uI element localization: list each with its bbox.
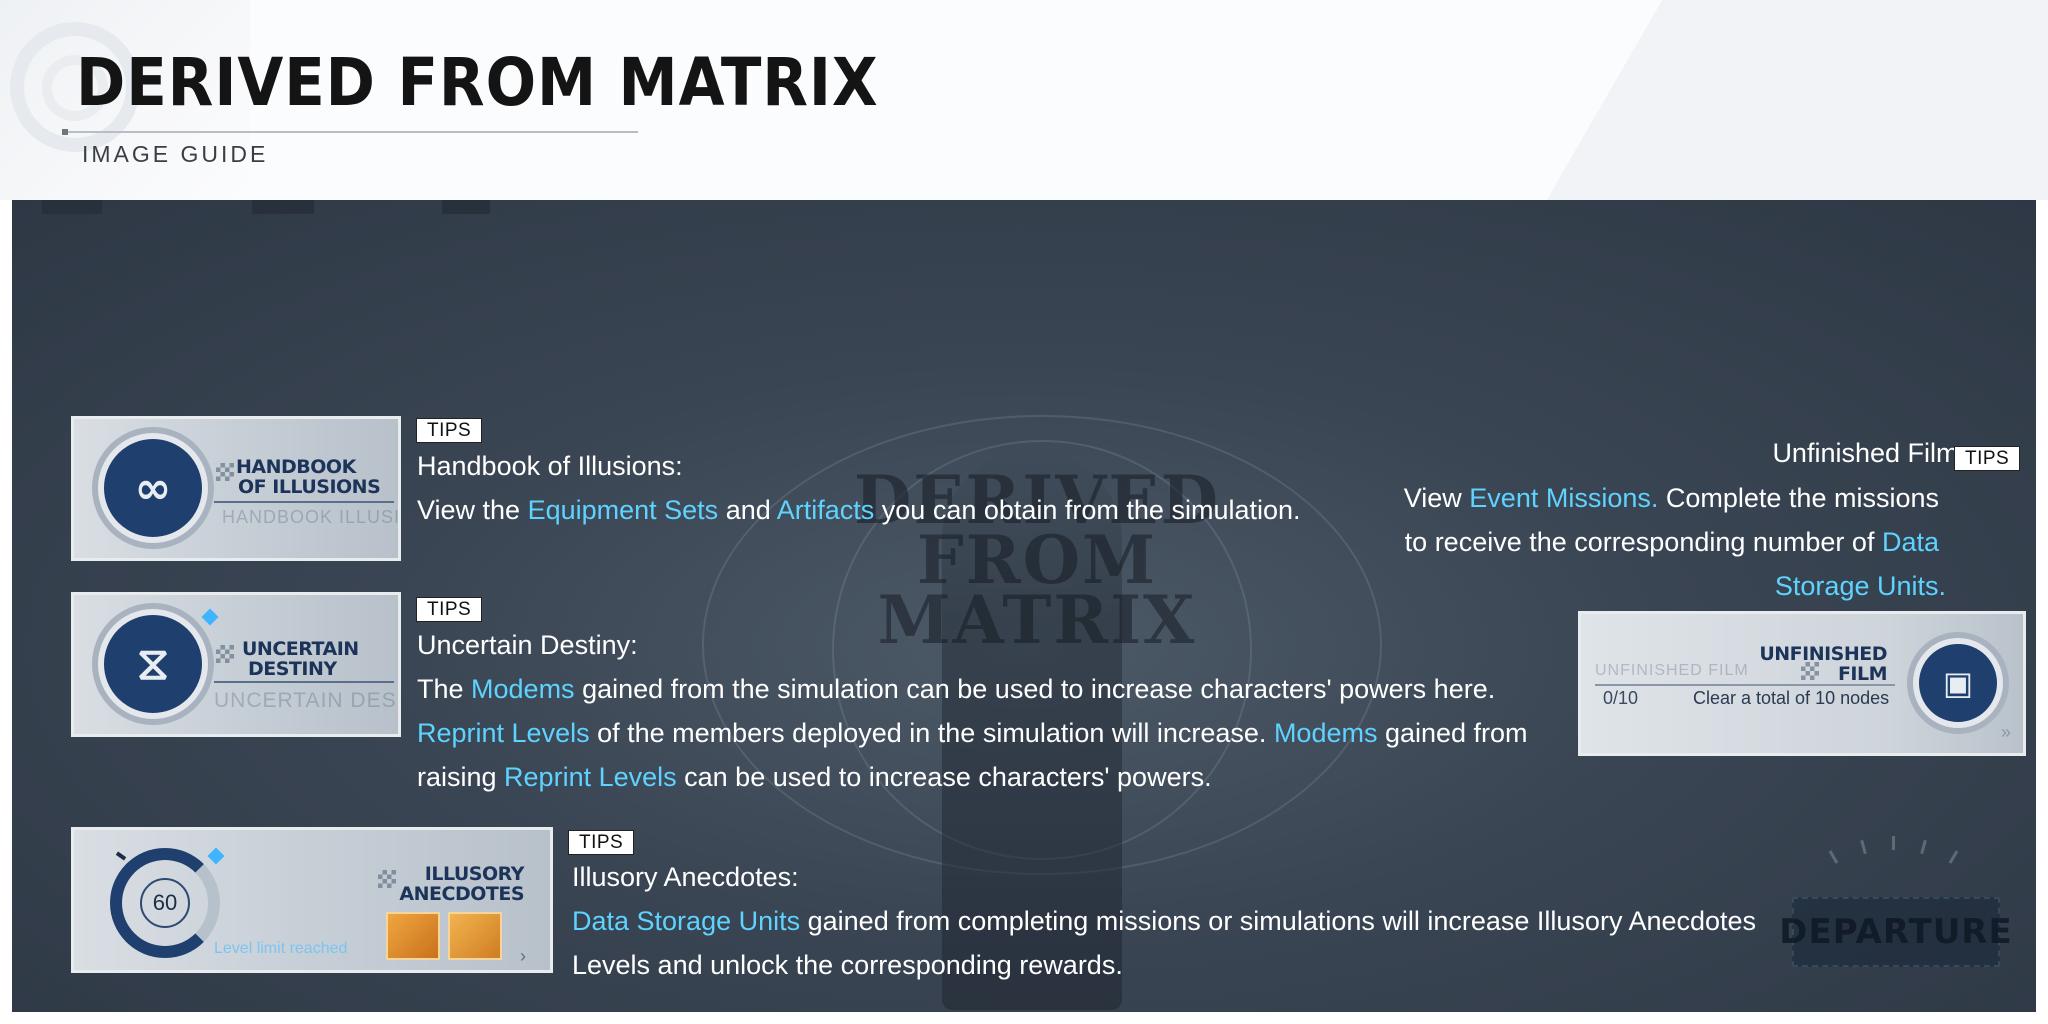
- text-segment: gained from the simulation can be used t…: [574, 674, 1496, 704]
- chevron-right-icon: ›: [520, 946, 526, 966]
- card-title-line: UNFINISHED: [1759, 643, 1887, 665]
- handbook-card-title: HANDBOOK OF ILLUSIONS: [236, 456, 381, 498]
- tips-badge: TIPS: [416, 418, 483, 443]
- text-segment: View the: [417, 495, 528, 525]
- text-segment: Complete the missions: [1658, 483, 1939, 513]
- card-ghost-text: HANDBOOK ILLUSIC: [222, 507, 401, 527]
- illusory-description-line: Data Storage Units gained from completin…: [572, 899, 1756, 943]
- header-right-decoration: [1328, 0, 2048, 200]
- title-divider: [64, 131, 638, 133]
- tips-badge: TIPS: [1954, 446, 2021, 471]
- level-limit-text: Level limit reached: [214, 940, 348, 957]
- handbook-emblem-icon: ∞: [98, 433, 208, 543]
- tips-badge: TIPS: [416, 597, 483, 622]
- highlight-term: Reprint Levels: [504, 762, 677, 792]
- page-subtitle: IMAGE GUIDE: [82, 141, 269, 167]
- reward-item-icon: [386, 912, 440, 960]
- text-segment: to receive the corresponding number of: [1404, 527, 1882, 557]
- page-title: DERIVED FROM MATRIX: [76, 44, 879, 121]
- text-segment: can be used to increase characters' powe…: [676, 762, 1212, 792]
- unfinished-film-card: UNFINISHED FILM UNFINISHED FILM 0/10 Cle…: [1578, 611, 2026, 756]
- uncertain-description-line: The Modems gained from the simulation ca…: [417, 667, 1495, 711]
- uncertain-description-line: raising Reprint Levels can be used to in…: [417, 755, 1212, 799]
- checker-icon: [216, 463, 234, 481]
- unfinished-description-line: View Event Missions. Complete the missio…: [1404, 476, 1939, 520]
- unfinished-description-line: Storage Units.: [1775, 564, 1946, 608]
- handbook-card: ∞ HANDBOOK OF ILLUSIONS HANDBOOK ILLUSIC: [71, 416, 401, 561]
- card-title-line: ANECDOTES: [399, 883, 524, 905]
- illusory-card-title: ILLUSORY ANECDOTES: [380, 864, 524, 904]
- mission-description: Clear a total of 10 nodes: [1693, 688, 1890, 708]
- text-segment: of the members deployed in the simulatio…: [589, 718, 1274, 748]
- highlight-term: Modems: [1273, 718, 1378, 748]
- stamp-tick: [1860, 839, 1867, 855]
- highlight-term: Data: [1881, 527, 1939, 557]
- uncertain-heading: Uncertain Destiny:: [417, 630, 638, 660]
- card-ghost-text: UNFINISHED FILM: [1595, 662, 1749, 679]
- stamp-tick: [1948, 850, 1959, 864]
- checker-icon: [216, 645, 234, 663]
- handbook-heading: Handbook of Illusions:: [417, 451, 683, 481]
- text-segment: View: [1403, 483, 1470, 513]
- chevron-right-icon: »: [2001, 722, 2012, 742]
- card-title-line: ILLUSORY: [424, 863, 525, 885]
- hourglass-emblem-icon: ⧖: [98, 609, 208, 719]
- illusory-description-line: Levels and unlock the corresponding rewa…: [572, 943, 1123, 987]
- card-title-line: FILM: [1837, 663, 1888, 685]
- card-title-line: OF ILLUSIONS: [238, 476, 381, 498]
- panel-tab-decoration: [42, 200, 102, 214]
- card-divider: [214, 681, 394, 683]
- text-segment: Levels and unlock the corresponding rewa…: [572, 950, 1123, 980]
- text-segment: The: [417, 674, 472, 704]
- level-ring-marker: [115, 851, 127, 861]
- text-segment: raising: [417, 762, 505, 792]
- highlight-term: Storage Units.: [1774, 571, 1946, 601]
- panel-tab-decoration: [252, 200, 314, 214]
- title-divider-dot: [62, 129, 68, 135]
- header: DERIVED FROM MATRIX IMAGE GUIDE: [0, 0, 2048, 200]
- tips-badge: TIPS: [568, 830, 635, 855]
- highlight-term: Modems: [471, 674, 575, 704]
- illusory-anecdotes-card: 60 ILLUSORY ANECDOTES Level limit reache…: [71, 827, 553, 973]
- unfinished-card-title: UNFINISHED FILM: [1747, 644, 1887, 684]
- new-indicator-icon: [207, 847, 225, 865]
- new-indicator-icon: [201, 608, 219, 626]
- highlight-term: Event Missions.: [1469, 483, 1659, 513]
- uncertain-description-line: Reprint Levels of the members deployed i…: [417, 711, 1528, 755]
- highlight-term: Data Storage Units: [572, 906, 801, 936]
- highlight-term: Equipment Sets: [527, 495, 719, 525]
- departure-stamp: DEPARTURE: [1779, 897, 2012, 967]
- unfinished-heading: Unfinished Film:: [1772, 438, 1966, 468]
- card-title-line: UNCERTAIN: [242, 638, 359, 660]
- uncertain-card-title: UNCERTAIN DESTINY: [242, 639, 359, 679]
- uncertain-destiny-card: ⧖ UNCERTAIN DESTINY UNCERTAIN DES: [71, 592, 401, 737]
- highlight-term: Reprint Levels: [417, 718, 590, 748]
- stamp-tick: [1892, 836, 1895, 850]
- card-divider: [214, 501, 394, 503]
- level-value: 60: [140, 878, 190, 928]
- text-segment: and: [718, 495, 777, 525]
- progress-count: 0/10: [1603, 688, 1639, 708]
- text-segment: gained from: [1377, 718, 1528, 748]
- panel-tab-decoration: [442, 200, 490, 214]
- card-ghost-text: UNCERTAIN DES: [214, 689, 397, 712]
- film-reel-emblem-icon: ▣: [1913, 638, 2003, 728]
- bg-logo-line: FROM MATRIX: [877, 521, 1197, 659]
- handbook-description: View the Equipment Sets and Artifacts yo…: [417, 488, 1301, 532]
- highlight-term: Artifacts: [776, 495, 875, 525]
- reward-item-icon: [448, 912, 502, 960]
- illusory-heading: Illusory Anecdotes:: [572, 862, 799, 892]
- stamp-tick: [1920, 839, 1927, 855]
- text-segment: you can obtain from the simulation.: [874, 495, 1301, 525]
- card-title-line: HANDBOOK: [236, 456, 356, 478]
- stamp-tick: [1828, 850, 1839, 864]
- unfinished-description-line: to receive the corresponding number of D…: [1405, 520, 1939, 564]
- card-title-line: DESTINY: [248, 658, 337, 680]
- text-segment: gained from completing missions or simul…: [800, 906, 1757, 936]
